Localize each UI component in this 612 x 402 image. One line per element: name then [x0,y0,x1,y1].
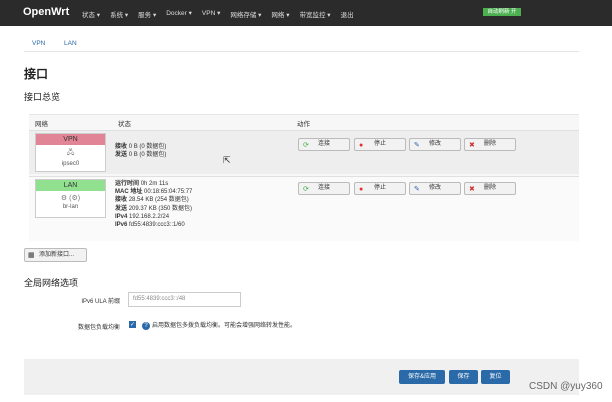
header-status: 状态 [118,121,131,128]
menu-docker[interactable]: Docker ▾ [166,9,192,19]
status-key: 发送 [115,152,128,159]
ula-prefix-input[interactable]: fd55:4839:ccc3::/48 [128,292,241,307]
save-button[interactable]: 保存 [449,370,478,384]
mouse-cursor-icon: ⇱ [223,155,231,165]
menu-bandwidth[interactable]: 带宽监控 ▾ [300,9,331,19]
tab-vpn[interactable]: VPN [32,40,45,47]
stop-button[interactable]: ● 停止 [354,138,406,151]
network-icon: ⚙ (⚙) [60,195,81,202]
interface-badge-vpn: VPN 🖧 ipsec0 [35,133,106,172]
connect-button[interactable]: ⟳ 连接 [298,182,350,195]
autorefresh-toggle[interactable]: 自动刷新 开 [483,8,521,16]
menu-nas[interactable]: 网络存储 ▾ [230,9,261,19]
delete-button[interactable]: ✖ 删除 [464,182,516,195]
header-actions: 动作 [297,121,310,128]
interface-status: 接收 0 B (0 数据包) 发送 0 B (0 数据包) [115,143,166,159]
interface-badge-lan: LAN ⚙ (⚙) br-lan [35,179,106,218]
watermark: CSDN @yuy360 [529,381,603,392]
network-icon: 🖧 [66,149,75,156]
interface-name: VPN [36,134,105,145]
stop-button[interactable]: ● 停止 [354,182,406,195]
help-icon: ? [142,322,150,330]
status-value: 0 B (0 数据包) [128,144,167,150]
page-title: 接口 [24,67,49,81]
tab-lan[interactable]: LAN [64,40,77,47]
table-row: VPN 🖧 ipsec0 接收 0 B (0 数据包) 发送 0 B (0 数据… [29,130,579,174]
section-title: 接口总览 [24,92,61,102]
menu-vpn[interactable]: VPN ▾ [202,9,220,19]
status-value: 0 B (0 数据包) [128,152,167,159]
device-name: br-lan [62,204,79,210]
ula-label: IPv6 ULA 前缀 [81,299,120,305]
reset-button[interactable]: 复位 [481,370,510,384]
add-icon: ▦ [28,252,35,259]
brand-logo[interactable]: OpenWrt [23,6,69,18]
menu-network[interactable]: 网络 ▾ [271,9,289,19]
main-menu: 状态 ▾ 系统 ▾ 服务 ▾ Docker ▾ VPN ▾ 网络存储 ▾ 网络 … [82,9,354,19]
add-interface-button[interactable]: ▦ 添加新接口... [24,248,87,262]
delete-button[interactable]: ✖ 删除 [464,138,516,151]
table-row: LAN ⚙ (⚙) br-lan 运行时间 0h 2m 11s MAC 地址 0… [29,176,579,241]
interface-tabs: VPN LAN [24,38,579,52]
load-balance-help: ? 启用数据包多拨负载均衡。可能会增强网络转发性能。 [142,320,296,330]
menu-system[interactable]: 系统 ▾ [110,9,128,19]
menu-logout[interactable]: 退出 [341,9,354,19]
edit-button[interactable]: ✎ 修改 [409,138,461,151]
top-navbar: OpenWrt 状态 ▾ 系统 ▾ 服务 ▾ Docker ▾ VPN ▾ 网络… [0,0,612,26]
device-name: ipsec0 [61,161,80,167]
interface-name: LAN [36,180,105,191]
menu-status[interactable]: 状态 ▾ [82,9,100,19]
global-options-title: 全局网络选项 [24,278,79,288]
load-balance-checkbox[interactable]: ✓ [129,321,136,328]
load-balance-label: 数据包负载均衡 [77,325,120,331]
interface-status: 运行时间 0h 2m 11s MAC 地址 00:18:65:04:75:77 … [115,181,193,229]
connect-button[interactable]: ⟳ 连接 [298,138,350,151]
menu-services[interactable]: 服务 ▾ [138,9,156,19]
edit-button[interactable]: ✎ 修改 [409,182,461,195]
add-interface-label: 添加新接口... [39,252,75,258]
save-apply-button[interactable]: 保存&应用 [399,370,445,384]
status-key: 接收 [115,144,128,150]
header-network: 网络 [35,121,48,128]
